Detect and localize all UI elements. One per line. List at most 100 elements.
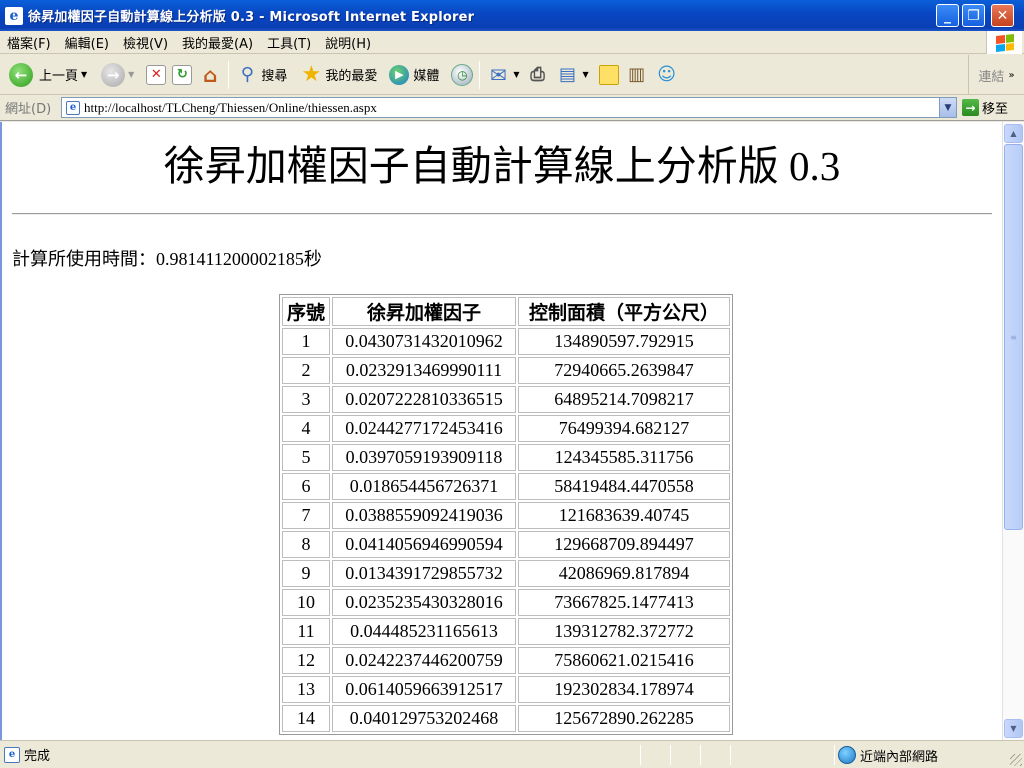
home-button[interactable]: ⌂: [195, 59, 225, 91]
weight-cell: 0.044485231165613: [332, 618, 517, 645]
area-cell: 139312782.372772: [518, 618, 731, 645]
back-label: 上一頁: [39, 69, 79, 84]
research-books-icon: ▥: [628, 64, 646, 85]
security-zone[interactable]: 近端內部網路: [838, 741, 938, 768]
area-cell: 124345585.311756: [518, 444, 731, 471]
menu-bar: 檔案(F) 編輯(E) 檢視(V) 我的最愛(A) 工具(T) 說明(H): [0, 31, 1024, 54]
search-button[interactable]: ⚲ 搜尋: [232, 59, 290, 91]
address-input[interactable]: e http://localhost/TLCheng/Thiessen/Onli…: [61, 97, 957, 118]
menu-favorites[interactable]: 我的最愛(A): [175, 33, 260, 52]
standard-toolbar: ← 上一頁 ▼ → ▼ ✕ ↻ ⌂ ⚲ 搜尋 ★ 我的最愛 ▶ 媒體 ◷ ✉ ▼…: [0, 55, 1024, 95]
close-button[interactable]: ✕: [991, 4, 1014, 27]
discuss-button[interactable]: [596, 59, 622, 91]
menu-help[interactable]: 說明(H): [318, 33, 378, 52]
page-done-icon: e: [4, 746, 20, 763]
close-icon: ✕: [996, 7, 1009, 24]
elapsed-time-text: 計算所使用時間：0.981411200002185秒: [12, 249, 322, 269]
horizontal-rule: [12, 213, 992, 215]
refresh-button[interactable]: ↻: [169, 59, 195, 91]
page-viewport: 徐昇加權因子自動計算線上分析版 0.3 計算所使用時間：0.9814112000…: [0, 122, 1002, 740]
area-cell: 121683639.40745: [518, 502, 731, 529]
menu-edit[interactable]: 編輯(E): [58, 33, 116, 52]
index-cell: 10: [282, 589, 331, 616]
window-title: 徐昇加權因子自動計算線上分析版 0.3 - Microsoft Internet…: [28, 10, 475, 25]
chevron-right-icon[interactable]: »: [1008, 70, 1014, 81]
table-row: 11 0.044485231165613 139312782.372772: [282, 618, 731, 645]
menu-tools[interactable]: 工具(T): [260, 33, 318, 52]
messenger-button[interactable]: ☺: [652, 59, 682, 91]
edit-dropdown-icon[interactable]: ▼: [583, 70, 589, 79]
index-cell: 7: [282, 502, 331, 529]
scroll-down-button[interactable]: ▼: [1004, 719, 1023, 738]
table-row: 2 0.0232913469990111 72940665.2639847: [282, 357, 731, 384]
table-row: 6 0.018654456726371 58419484.4470558: [282, 473, 731, 500]
index-cell: 8: [282, 531, 331, 558]
back-button[interactable]: ← 上一頁 ▼: [6, 59, 90, 91]
edit-button[interactable]: ▤ ▼: [553, 59, 592, 91]
search-label: 搜尋: [261, 69, 288, 84]
favorites-star-icon: ★: [301, 62, 322, 87]
links-label: 連結: [978, 69, 1005, 85]
back-arrow-icon: ←: [9, 62, 33, 87]
chevron-down-icon: ▼: [1010, 724, 1017, 733]
area-cell: 125672890.262285: [518, 705, 731, 732]
table-row: 7 0.0388559092419036 121683639.40745: [282, 502, 731, 529]
table-row: 3 0.0207222810336515 64895214.7098217: [282, 386, 731, 413]
scroll-thumb[interactable]: ≡: [1004, 144, 1023, 530]
area-cell: 76499394.682127: [518, 415, 731, 442]
forward-dropdown-icon[interactable]: ▼: [128, 70, 134, 79]
intranet-globe-icon: [838, 746, 856, 764]
table-row: 14 0.040129753202468 125672890.262285: [282, 705, 731, 732]
index-cell: 12: [282, 647, 331, 674]
minimize-button[interactable]: _: [936, 4, 959, 27]
research-button[interactable]: ▥: [622, 59, 652, 91]
results-table: 序號 徐昇加權因子 控制面積（平方公尺） 1 0.0430731432010962…: [279, 294, 734, 735]
vertical-scrollbar[interactable]: ▲ ≡ ▼: [1002, 122, 1024, 740]
zone-text: 近端內部網路: [860, 749, 939, 765]
weight-cell: 0.0397059193909118: [332, 444, 517, 471]
area-cell: 72940665.2639847: [518, 357, 731, 384]
area-cell: 129668709.894497: [518, 531, 731, 558]
history-clock-icon: ◷: [451, 63, 474, 86]
weight-cell: 0.0414056946990594: [332, 531, 517, 558]
go-button[interactable]: → 移至: [962, 97, 1008, 118]
messenger-people-icon: ☺: [657, 64, 677, 85]
stop-button[interactable]: ✕: [143, 59, 169, 91]
toolbar-separator: [479, 60, 481, 89]
back-dropdown-icon[interactable]: ▼: [81, 70, 87, 79]
status-divider: [730, 745, 731, 765]
history-button[interactable]: ◷: [448, 59, 476, 91]
print-button[interactable]: ⎙: [523, 59, 553, 91]
forward-button[interactable]: → ▼: [98, 59, 137, 91]
table-body: 1 0.0430731432010962 134890597.792915 2 0.02…: [282, 328, 731, 732]
weight-cell: 0.0430731432010962: [332, 328, 517, 355]
status-text: 完成: [24, 749, 51, 764]
menu-view[interactable]: 檢視(V): [116, 33, 175, 52]
mail-button[interactable]: ✉ ▼: [483, 59, 522, 91]
restore-icon: ❐: [967, 7, 980, 24]
maximize-button[interactable]: ❐: [962, 4, 985, 27]
mail-dropdown-icon[interactable]: ▼: [513, 70, 519, 79]
address-url[interactable]: http://localhost/TLCheng/Thiessen/Online…: [84, 100, 377, 116]
links-toolbar[interactable]: 連結 »: [968, 55, 1024, 95]
minimize-icon: _: [944, 7, 951, 24]
window-titlebar[interactable]: e 徐昇加權因子自動計算線上分析版 0.3 - Microsoft Intern…: [0, 0, 1024, 31]
mail-envelope-icon: ✉: [489, 62, 507, 87]
status-main: e 完成: [4, 745, 50, 764]
sticky-note-icon: [598, 64, 619, 85]
menu-file[interactable]: 檔案(F): [0, 33, 58, 52]
resize-grip[interactable]: [1010, 754, 1022, 766]
weight-cell: 0.0244277172453416: [332, 415, 517, 442]
table-row: 9 0.0134391729855732 42086969.817894: [282, 560, 731, 587]
area-cell: 73667825.1477413: [518, 589, 731, 616]
scroll-up-button[interactable]: ▲: [1004, 124, 1023, 143]
media-button[interactable]: ▶ 媒體: [386, 59, 442, 91]
windows-flag-icon: [995, 33, 1014, 52]
address-dropdown-icon[interactable]: ▼: [939, 98, 956, 117]
status-divider: [640, 745, 641, 765]
area-cell: 134890597.792915: [518, 328, 731, 355]
refresh-icon: ↻: [172, 64, 193, 85]
header-weight: 徐昇加權因子: [332, 297, 517, 326]
weight-cell: 0.0242237446200759: [332, 647, 517, 674]
favorites-button[interactable]: ★ 我的最愛: [296, 59, 380, 91]
